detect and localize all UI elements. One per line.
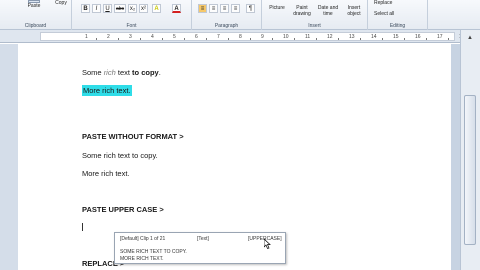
clipboard-popup[interactable]: [Default] Clip 1 of 21 [Text] [UPPERCASE… — [114, 232, 286, 264]
heading-paste-upper-case[interactable]: PASTE UPPER CASE > — [82, 205, 164, 214]
replace-button[interactable]: Replace — [374, 0, 414, 6]
ruler-tick — [228, 38, 229, 40]
doc-line-rich-text[interactable]: Some rich text to copy. — [82, 68, 161, 77]
mouse-pointer-icon — [264, 239, 271, 249]
ruler-number: 5 — [173, 34, 176, 40]
scroll-up-icon[interactable]: ▲ — [463, 34, 477, 42]
ruler-number: 11 — [305, 34, 311, 40]
insert-object-button[interactable]: Insert object — [341, 5, 367, 17]
select-all-button[interactable]: Select all — [374, 11, 414, 17]
ruler-tick — [448, 38, 449, 40]
ruler-tick — [162, 38, 163, 40]
ruler-number: 8 — [239, 34, 242, 40]
ruler-tick — [382, 38, 383, 40]
clip-preview-line-2: MORE RICH TEXT. — [120, 256, 164, 262]
ruler-number: 10 — [283, 34, 289, 40]
text-some: Some — [82, 68, 104, 77]
underline-button[interactable]: U — [103, 4, 112, 13]
clip-preview-line-1: SOME RICH TEXT TO COPY. — [120, 249, 187, 255]
text-rich: rich — [103, 68, 116, 77]
heading-paste-without-format[interactable]: PASTE WITHOUT FORMAT > — [82, 132, 184, 141]
copy-button[interactable]: Copy — [52, 0, 70, 6]
ribbon: Paste Copy Clipboard B I U abc x₂ x² A A… — [0, 0, 480, 30]
scrollbar-thumb[interactable] — [464, 95, 476, 245]
doc-line-plain-1[interactable]: Some rich text to copy. — [82, 151, 158, 160]
clip-index-label: [Default] Clip 1 of 21 — [120, 236, 166, 242]
insert-group-label: Insert — [308, 23, 321, 29]
picture-button[interactable]: Picture — [265, 5, 289, 11]
align-left-icon[interactable]: ≡ — [198, 4, 207, 13]
paste-button[interactable]: Paste — [24, 3, 44, 9]
ruler-number: 1 — [85, 34, 88, 40]
ruler-track[interactable]: 123456789101112131415161718 — [40, 32, 471, 41]
ruler-number: 6 — [195, 34, 198, 40]
ruler-tick — [118, 38, 119, 40]
ruler-tick — [294, 38, 295, 40]
ruler-tick — [250, 38, 251, 40]
font-color-button[interactable]: A — [172, 4, 181, 13]
ruler-tick — [96, 38, 97, 40]
highlight-color-button[interactable]: A — [152, 4, 161, 13]
text-period: . — [158, 68, 161, 77]
clip-type-label: [Text] — [197, 236, 209, 242]
editing-group: Replace Select all Editing — [368, 0, 428, 30]
left-margin-strip — [0, 44, 18, 270]
clipboard-group: Paste Copy Clipboard — [0, 0, 72, 30]
clipboard-group-label: Clipboard — [24, 23, 47, 29]
ruler-tick — [272, 38, 273, 40]
editing-group-label: Editing — [389, 23, 406, 29]
justify-icon[interactable]: ≡ — [231, 4, 240, 13]
insert-group: Picture Paint drawing Date and time Inse… — [262, 0, 368, 30]
text-caret — [82, 223, 83, 231]
paint-drawing-button[interactable]: Paint drawing — [289, 5, 315, 17]
paragraph-group-label: Paragraph — [214, 23, 239, 29]
bold-button[interactable]: B — [81, 4, 90, 13]
ruler-tick — [404, 38, 405, 40]
ruler-tick — [360, 38, 361, 40]
font-group-label: Font — [126, 23, 137, 29]
ruler-tick — [140, 38, 141, 40]
text-bold: to copy — [132, 68, 159, 77]
align-center-icon[interactable]: ≡ — [209, 4, 218, 13]
date-time-button[interactable]: Date and time — [315, 5, 341, 17]
text-middle: text — [115, 68, 133, 77]
ruler-number: 14 — [371, 34, 377, 40]
strikethrough-button[interactable]: abc — [114, 4, 126, 13]
superscript-button[interactable]: x² — [139, 4, 148, 13]
ruler-number: 16 — [415, 34, 421, 40]
ruler-number: 9 — [261, 34, 264, 40]
ruler-tick — [338, 38, 339, 40]
align-right-icon[interactable]: ≡ — [220, 4, 229, 13]
ruler-number: 15 — [393, 34, 399, 40]
ruler-tick — [184, 38, 185, 40]
paragraph-group: ≡ ≡ ≡ ≡ ¶ Paragraph — [192, 0, 262, 30]
ruler-tick — [316, 38, 317, 40]
ruler-number: 4 — [151, 34, 154, 40]
ruler-number: 7 — [217, 34, 220, 40]
ruler-number: 2 — [107, 34, 110, 40]
italic-button[interactable]: I — [92, 4, 101, 13]
ruler-tick — [206, 38, 207, 40]
ruler-number: 13 — [349, 34, 355, 40]
paragraph-settings-icon[interactable]: ¶ — [246, 4, 255, 13]
highlighted-text: More rich text. — [82, 85, 132, 96]
ruler-number: 12 — [327, 34, 333, 40]
font-group: B I U abc x₂ x² A A Font — [72, 0, 192, 30]
ruler-tick — [426, 38, 427, 40]
doc-line-plain-2[interactable]: More rich text. — [82, 169, 130, 178]
ruler-number: 3 — [129, 34, 132, 40]
ruler[interactable]: 123456789101112131415161718 — [0, 30, 480, 43]
subscript-button[interactable]: x₂ — [128, 4, 137, 13]
ruler-number: 17 — [437, 34, 443, 40]
doc-line-highlighted[interactable]: More rich text. — [82, 85, 132, 96]
